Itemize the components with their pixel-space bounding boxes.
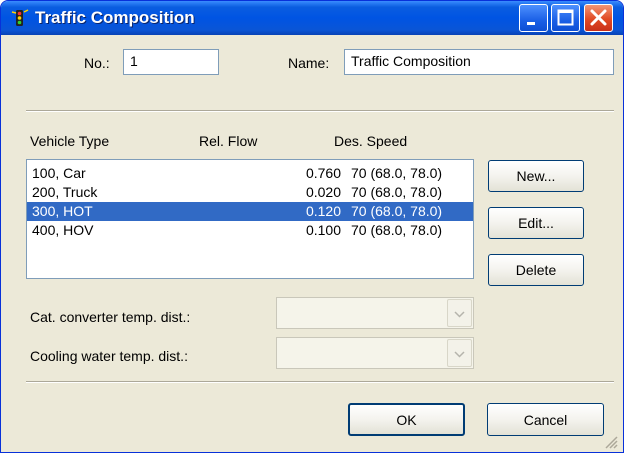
no-label: No.: [84, 55, 110, 71]
minimize-icon [527, 22, 535, 25]
vehicle-type-cell: 400, HOV [32, 222, 94, 238]
des-speed-cell: 70 (68.0, 78.0) [351, 184, 443, 200]
dialog-body: No.: 1 Name: Traffic Composition Vehicle… [4, 35, 620, 451]
vehicle-type-cell: 100, Car [32, 165, 86, 181]
maximize-icon [557, 9, 574, 26]
delete-button[interactable]: Delete [488, 254, 584, 286]
header-rel-flow: Rel. Flow [199, 133, 258, 149]
new-button[interactable]: New... [488, 160, 584, 192]
list-item[interactable]: 400, HOV 0.100 70 (68.0, 78.0) [27, 221, 473, 240]
resize-grip-icon[interactable] [604, 435, 618, 449]
vehicle-type-cell: 300, HOT [32, 203, 93, 219]
name-label: Name: [288, 55, 330, 71]
vehicle-list[interactable]: 100, Car 0.760 70 (68.0, 78.0) 200, Truc… [26, 159, 474, 279]
rel-flow-cell: 0.760 [305, 165, 341, 181]
des-speed-cell: 70 (68.0, 78.0) [351, 222, 443, 238]
close-icon [590, 9, 607, 26]
chevron-down-icon [454, 351, 465, 358]
title-bar[interactable]: Traffic Composition [1, 1, 623, 35]
combo-dropdown-button[interactable] [447, 299, 472, 327]
maximize-button[interactable] [551, 4, 580, 32]
cat-converter-label: Cat. converter temp. dist.: [30, 309, 191, 325]
close-button[interactable] [584, 4, 613, 32]
bottom-separator [26, 381, 614, 383]
name-field[interactable]: Traffic Composition [344, 49, 614, 75]
list-item[interactable]: 100, Car 0.760 70 (68.0, 78.0) [27, 164, 473, 183]
cooling-water-select[interactable] [276, 337, 474, 369]
edit-button[interactable]: Edit... [488, 207, 584, 239]
list-item-selected[interactable]: 300, HOT 0.120 70 (68.0, 78.0) [27, 202, 473, 221]
chevron-down-icon [454, 311, 465, 318]
vehicle-type-cell: 200, Truck [32, 184, 98, 200]
window-title: Traffic Composition [35, 8, 195, 27]
rel-flow-cell: 0.020 [305, 184, 341, 200]
dialog-window: Traffic Composition No.: 1 Name: Traffic… [0, 0, 624, 453]
cooling-water-label: Cooling water temp. dist.: [30, 348, 188, 364]
rel-flow-cell: 0.120 [305, 203, 341, 219]
ok-button[interactable]: OK [348, 403, 465, 436]
top-separator [26, 110, 614, 112]
traffic-light-icon [11, 9, 29, 26]
combo-dropdown-button[interactable] [447, 339, 472, 367]
des-speed-cell: 70 (68.0, 78.0) [351, 203, 443, 219]
header-des-speed: Des. Speed [334, 133, 408, 149]
header-vehicle-type: Vehicle Type [30, 133, 110, 149]
no-field[interactable]: 1 [123, 49, 219, 75]
rel-flow-cell: 0.100 [305, 222, 341, 238]
list-item[interactable]: 200, Truck 0.020 70 (68.0, 78.0) [27, 183, 473, 202]
cat-converter-select[interactable] [276, 297, 474, 329]
minimize-button[interactable] [519, 4, 548, 32]
des-speed-cell: 70 (68.0, 78.0) [351, 165, 443, 181]
cancel-button[interactable]: Cancel [487, 403, 604, 436]
